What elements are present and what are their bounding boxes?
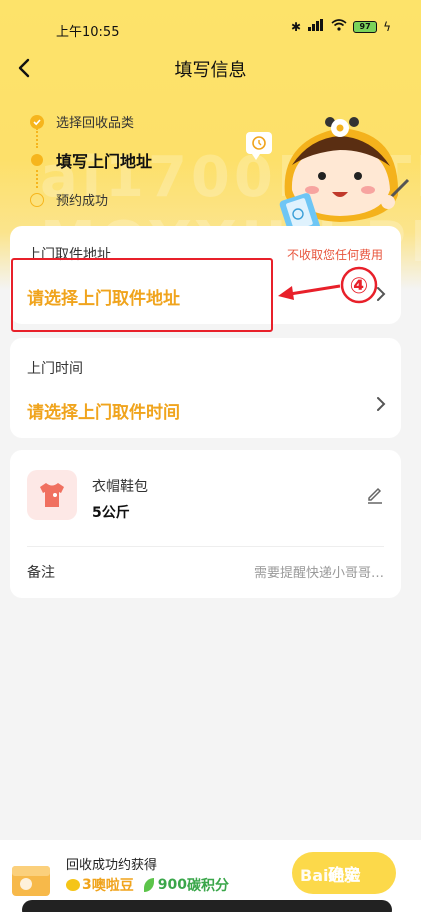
reward-title: 回收成功约获得 [66,858,158,873]
step-label: 预约成功 [56,194,109,209]
step-item-current: 填写上门地址 [30,148,152,172]
time-value[interactable]: 请选择上门取件时间 [27,398,180,423]
navbar: 填写信息 [0,52,421,86]
item-name: 衣帽鞋包 [92,479,148,495]
item-card: 衣帽鞋包 5公斤 备注 需要提醒快递小哥哥… [10,450,401,598]
signal-icon [307,19,325,34]
edit-icon[interactable] [365,484,385,504]
item-weight: 5公斤 [92,505,130,521]
annotation-number-badge: ④ [340,266,378,304]
watermark: Bai经验 [300,866,361,885]
step-item: 预约成功 [30,190,108,209]
tshirt-icon [40,483,64,507]
time-card[interactable]: 上门时间 请选择上门取件时间 [10,338,401,438]
annotation-highlight-box [11,258,273,332]
step-label: 填写上门地址 [56,152,153,171]
step-label: 选择回收品类 [56,116,135,131]
free-tag: 不收取您任何费用 [286,248,383,262]
item-image [27,470,77,520]
page-title: 填写信息 [174,60,247,81]
step-item: 选择回收品类 [30,112,134,131]
current-step-dot [31,154,43,166]
coin-icon [66,879,80,891]
bluetooth-icon: ✱ [291,19,302,34]
status-time: 上午10:55 [56,25,120,40]
pending-step-dot [30,192,44,207]
divider [27,546,384,547]
points-amount: 900 [157,877,187,893]
step-connector [36,170,38,188]
annotation-number: ④ [350,274,369,299]
status-bar: 上午10:55 ✱ 97 ϟ [0,0,421,58]
home-indicator [22,900,392,912]
reward-row: 3 噢啦豆 900 碳积分 [66,875,229,895]
check-icon [30,114,44,129]
points-unit: 碳积分 [186,878,229,894]
note-input[interactable]: 需要提醒快递小哥哥… [254,562,384,581]
leaf-icon [143,878,154,892]
coin-unit: 噢啦豆 [91,878,134,894]
charging-icon: ϟ [383,19,391,34]
gift-box-icon [12,866,50,896]
time-label: 上门时间 [27,361,83,377]
wifi-icon [331,19,347,34]
annotation-arrow-icon [278,284,341,300]
note-label: 备注 [27,565,55,581]
status-icons: ✱ 97 ϟ [291,19,391,34]
step-connector [36,128,38,148]
battery-indicator: 97 [353,20,378,33]
chevron-right-icon[interactable] [375,394,387,414]
mascot-illustration [246,117,410,239]
coin-amount: 3 [82,877,92,893]
